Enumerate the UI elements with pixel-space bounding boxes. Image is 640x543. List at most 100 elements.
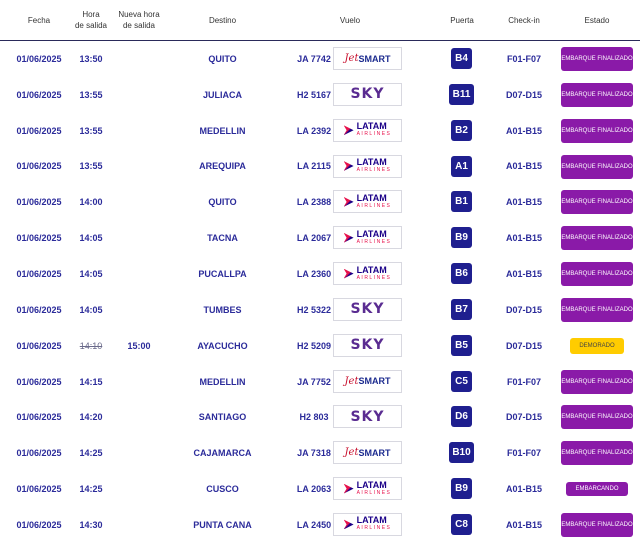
destination: CAJAMARCA <box>193 448 252 459</box>
gate-badge: D6 <box>451 406 472 428</box>
departure-time: 14:25 <box>79 484 103 495</box>
col-vuelo: Vuelo <box>339 15 361 25</box>
jetsmart-logo-smart: SMART <box>358 447 391 458</box>
departure-time: 14:05 <box>79 304 103 315</box>
status-badge: EMBARQUE FINALIZADO <box>561 512 633 537</box>
col-destino: Destino <box>208 15 237 25</box>
new-departure-time <box>115 292 163 328</box>
col-nueva-hora: Nueva hora de salida <box>118 10 160 30</box>
status-badge: EMBARQUE FINALIZADO <box>561 369 633 394</box>
departure-time: 14:10 <box>79 340 103 351</box>
table-row[interactable]: 01/06/2025 14:00 QUITO LA 2388 LATAM AIRL… <box>0 184 640 220</box>
destination: MEDELLIN <box>199 376 246 387</box>
destination: QUITO <box>208 197 237 208</box>
checkin-counters: A01-B15 <box>505 161 543 172</box>
departure-time: 14:05 <box>79 233 103 244</box>
jetsmart-logo-smart: SMART <box>358 376 391 387</box>
flight-number: JA 7742 <box>297 53 331 64</box>
table-row[interactable]: 01/06/2025 14:25 CAJAMARCA JA 7318 Jet SM… <box>0 435 640 471</box>
flight-date: 01/06/2025 <box>16 161 62 172</box>
flight-number: H2 5167 <box>296 89 332 100</box>
flight-number: LA 2450 <box>296 519 332 530</box>
col-puerta: Puerta <box>450 15 474 25</box>
status-badge: EMBARQUE FINALIZADO <box>561 82 633 107</box>
gate-badge: B9 <box>451 227 472 249</box>
gate-badge: B6 <box>451 263 472 285</box>
latam-mark-icon <box>343 483 354 494</box>
gate-badge: B4 <box>451 48 472 69</box>
destination: TACNA <box>207 233 238 244</box>
table-row[interactable]: 01/06/2025 14:25 CUSCO LA 2063 LATAM AIRL… <box>0 471 640 507</box>
table-row[interactable]: 01/06/2025 14:20 SANTIAGO H2 803 SKY D6 … <box>0 399 640 435</box>
new-departure-time <box>115 77 163 113</box>
flight-date: 01/06/2025 <box>16 304 62 315</box>
status-badge: EMBARQUE FINALIZADO <box>561 441 633 466</box>
flight-date: 01/06/2025 <box>16 53 62 64</box>
latam-logo-sub: AIRLINES <box>356 525 392 532</box>
destination: AYACUCHO <box>197 340 248 351</box>
table-header: Fecha Hora de salida Nueva hora de salid… <box>0 0 640 41</box>
destination: SANTIAGO <box>198 412 247 423</box>
checkin-counters: F01-F07 <box>506 448 541 459</box>
gate-badge: B10 <box>449 442 474 464</box>
checkin-counters: D07-D15 <box>505 412 543 423</box>
table-row[interactable]: 01/06/2025 13:55 MEDELLIN LA 2392 LATAM A… <box>0 113 640 149</box>
flight-number: LA 2360 <box>296 268 332 279</box>
new-departure-time <box>115 399 163 435</box>
departure-time: 13:50 <box>79 53 103 64</box>
airline-logo: LATAM AIRLINES <box>333 118 402 142</box>
flight-date: 01/06/2025 <box>16 448 62 459</box>
airline-logo: LATAM AIRLINES <box>333 262 402 286</box>
airline-logo: SKY <box>333 82 402 106</box>
departure-time: 13:55 <box>79 161 103 172</box>
col-fecha: Fecha <box>27 15 51 25</box>
airline-logo: SKY <box>333 297 402 321</box>
latam-logo-name: LATAM <box>356 121 387 132</box>
departure-time: 14:25 <box>79 448 103 459</box>
departure-time: 13:55 <box>79 89 103 100</box>
new-departure-time: 15:00 <box>127 340 151 351</box>
gate-badge: B7 <box>451 298 472 320</box>
checkin-counters: D07-D15 <box>505 304 543 315</box>
table-row[interactable]: 01/06/2025 13:55 AREQUIPA LA 2115 LATAM A… <box>0 149 640 185</box>
table-row[interactable]: 01/06/2025 14:05 PUCALLPA LA 2360 LATAM A… <box>0 256 640 292</box>
destination: CUSCO <box>206 484 239 495</box>
status-badge: EMBARQUE FINALIZADO <box>561 190 633 215</box>
flight-number: LA 2067 <box>296 233 332 244</box>
status-badge: EMBARQUE FINALIZADO <box>561 297 633 322</box>
status-badge: DEMORADO <box>570 337 624 354</box>
jetsmart-logo-jet: Jet <box>344 53 359 64</box>
gate-badge: C8 <box>451 513 472 535</box>
gate-badge: B11 <box>449 83 474 105</box>
table-row[interactable]: 01/06/2025 14:30 PUNTA CANA LA 2450 LATA… <box>0 507 640 543</box>
table-row[interactable]: 01/06/2025 14:05 TACNA LA 2067 LATAM AIRL… <box>0 220 640 256</box>
new-departure-time <box>115 256 163 292</box>
checkin-counters: F01-F07 <box>506 53 541 64</box>
gate-badge: B2 <box>451 119 472 141</box>
flight-date: 01/06/2025 <box>16 412 62 423</box>
flight-date: 01/06/2025 <box>16 197 62 208</box>
col-estado: Estado <box>584 15 610 25</box>
new-departure-time <box>115 364 163 400</box>
table-row[interactable]: 01/06/2025 14:10 15:00 AYACUCHO H2 5209 … <box>0 328 640 364</box>
table-row[interactable]: 01/06/2025 13:50 QUITO JA 7742 Jet SMART … <box>0 41 640 77</box>
gate-badge: C5 <box>451 370 472 392</box>
table-row[interactable]: 01/06/2025 13:55 JULIACA H2 5167 SKY B11… <box>0 77 640 113</box>
destination: PUNTA CANA <box>193 519 252 530</box>
latam-logo-sub: AIRLINES <box>356 131 392 138</box>
flight-date: 01/06/2025 <box>16 268 62 279</box>
new-departure-time <box>115 113 163 149</box>
gate-badge: B9 <box>451 478 472 500</box>
destination: TUMBES <box>203 304 242 315</box>
table-row[interactable]: 01/06/2025 14:15 MEDELLIN JA 7752 Jet SMA… <box>0 364 640 400</box>
flight-number: LA 2115 <box>297 161 331 172</box>
departure-time: 14:30 <box>79 519 103 530</box>
latam-mark-icon <box>343 161 354 172</box>
checkin-counters: A01-B15 <box>505 519 543 530</box>
destination: QUITO <box>208 53 237 64</box>
airline-logo: SKY <box>333 405 402 429</box>
table-row[interactable]: 01/06/2025 14:05 TUMBES H2 5322 SKY B7 D… <box>0 292 640 328</box>
flight-date: 01/06/2025 <box>16 233 62 244</box>
flight-date: 01/06/2025 <box>16 376 62 387</box>
flight-date: 01/06/2025 <box>16 89 62 100</box>
